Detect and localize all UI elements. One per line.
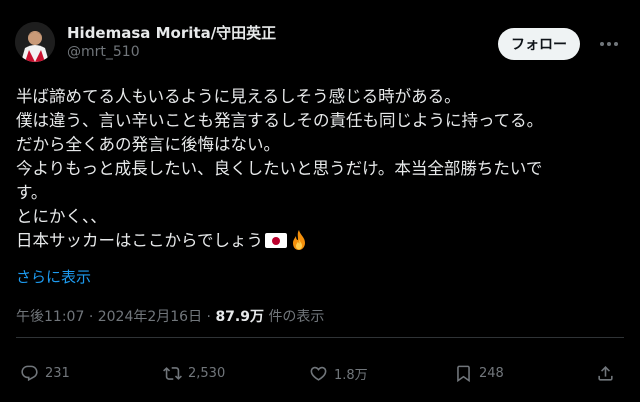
action-bar: 231 2,530 1.8万 248 (0, 362, 640, 384)
tweet-line: す。 (16, 183, 48, 202)
bookmark-icon (457, 365, 470, 382)
avatar[interactable] (15, 22, 55, 62)
like-icon (310, 366, 327, 381)
more-icon[interactable] (596, 32, 622, 56)
tweet-time[interactable]: 午後11:07 (16, 309, 84, 325)
tweet-meta: 午後11:07 · 2024年2月16日 · 87.9万 件の表示 (16, 306, 324, 326)
view-count: 87.9万 (215, 309, 264, 325)
tweet: Hidemasa Morita/守田英正 @mrt_510 フォロー 半ば諦めて… (0, 0, 640, 402)
tweet-text: 半ば諦めてる人もいるように見えるしそう感じる時がある。 僕は違う、言い辛いことも… (16, 85, 626, 253)
share-button[interactable] (596, 362, 615, 384)
tweet-line: 今よりもっと成長したい、良くしたいと思うだけ。本当全部勝ちたいで (16, 159, 543, 178)
tweet-line: 半ば諦めてる人もいるように見えるしそう感じる時がある。 (16, 87, 461, 106)
tweet-line: だから全くあの発言に後悔はない。 (16, 135, 280, 154)
tweet-line: 日本サッカーはここからでしょう (16, 231, 264, 250)
follow-button[interactable]: フォロー (498, 28, 580, 60)
meta-separator: · (206, 309, 211, 325)
bookmark-count: 248 (479, 365, 504, 381)
japan-flag-icon (265, 233, 288, 248)
like-count: 1.8万 (334, 367, 368, 383)
show-more-link[interactable]: さらに表示 (16, 266, 91, 287)
tweet-line: 僕は違う、言い辛いことも発言するしその責任も同じように持ってる。 (16, 111, 544, 130)
fire-icon (293, 230, 306, 250)
repost-count: 2,530 (188, 365, 226, 381)
tweet-line-last: 日本サッカーはここからでしょう (16, 229, 626, 253)
repost-button[interactable]: 2,530 (163, 362, 225, 384)
bookmark-button[interactable]: 248 (454, 362, 504, 384)
author-handle[interactable]: @mrt_510 (67, 44, 140, 60)
tweet-line: とにかく、、 (16, 207, 107, 226)
meta-separator: · (88, 309, 94, 325)
author-name[interactable]: Hidemasa Morita/守田英正 (67, 22, 276, 43)
divider (16, 337, 624, 338)
repost-icon (163, 366, 182, 380)
reply-icon (21, 365, 38, 381)
like-button[interactable]: 1.8万 (309, 362, 368, 384)
share-icon (598, 365, 613, 381)
view-label: 件の表示 (268, 309, 325, 325)
reply-button[interactable]: 231 (20, 362, 70, 384)
tweet-date[interactable]: 2024年2月16日 (98, 309, 202, 325)
reply-count: 231 (45, 365, 70, 381)
